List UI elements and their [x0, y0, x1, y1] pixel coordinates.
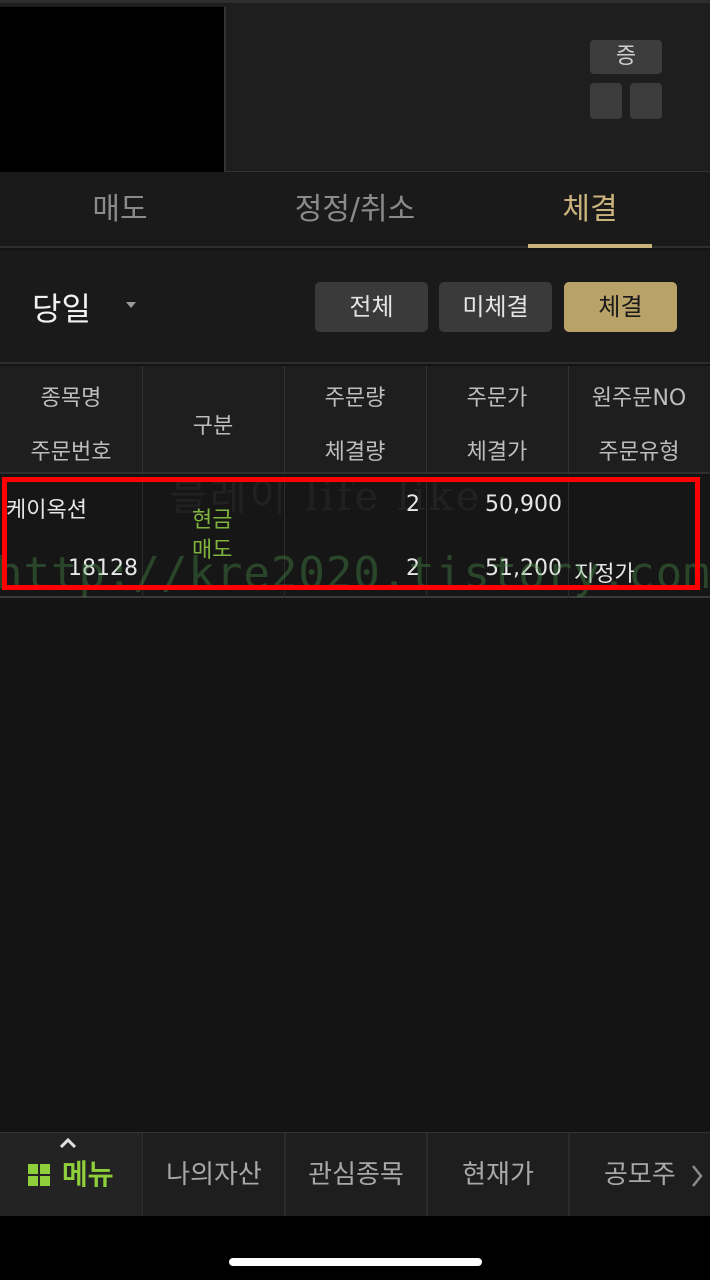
active-tab-indicator	[528, 244, 652, 248]
grid-icon	[28, 1164, 50, 1186]
tab-filled[interactable]: 체결	[528, 172, 652, 248]
filter-unfilled-button[interactable]: 미체결	[439, 282, 552, 332]
filter-filled-button[interactable]: 체결	[564, 282, 677, 332]
home-indicator[interactable]	[229, 1258, 482, 1266]
filter-row: 당일 전체 미체결 체결	[0, 250, 710, 364]
tab-sell[interactable]: 매도	[40, 172, 200, 248]
divider	[141, 1133, 143, 1217]
square-button-right[interactable]	[630, 83, 662, 119]
nav-menu[interactable]: 메뉴	[0, 1133, 140, 1217]
bottom-nav: 메뉴 나의자산 관심종목 현재가 공모주	[0, 1132, 710, 1217]
zeung-button[interactable]: 증	[590, 40, 662, 74]
header-name: 종목명	[40, 386, 102, 411]
divider	[224, 7, 226, 174]
nav-my-assets[interactable]: 나의자산	[144, 1133, 284, 1217]
header-filled-price: 체결가	[466, 440, 528, 465]
header-order-type: 주문유형	[598, 440, 680, 465]
header-order-qty: 주문량	[324, 386, 386, 411]
chevron-right-icon[interactable]	[690, 1163, 704, 1189]
watermark-text: 블레이 life like	[170, 474, 483, 520]
square-button-left[interactable]	[590, 83, 622, 119]
date-select[interactable]: 당일	[32, 284, 91, 330]
tab-bar: 매도 정정/취소 체결	[0, 172, 710, 248]
watermark-url: http://kre2020.tistory.com	[0, 548, 710, 599]
header-filled-qty: 체결량	[324, 440, 386, 465]
table-header: 종목명 주문번호 구분 주문량 체결량 주문가 체결가 원주문NO 주문유형	[0, 366, 710, 474]
chart-area	[0, 7, 224, 174]
nav-menu-label: 메뉴	[62, 1158, 114, 1191]
header-type: 구분	[192, 414, 234, 439]
nav-current-price[interactable]: 현재가	[428, 1133, 568, 1217]
top-panel: 증	[0, 0, 710, 174]
header-order-price: 주문가	[466, 386, 528, 411]
caret-down-icon[interactable]	[126, 302, 136, 308]
filter-all-button[interactable]: 전체	[315, 282, 428, 332]
tab-modify-cancel[interactable]: 정정/취소	[270, 172, 440, 248]
home-bar-area	[0, 1216, 710, 1280]
stock-name: 케이옥션	[6, 498, 87, 523]
header-orig-order-no: 원주문NO	[591, 386, 687, 411]
header-order-no: 주문번호	[30, 440, 112, 465]
nav-ipo[interactable]: 공모주	[570, 1133, 710, 1217]
nav-watchlist[interactable]: 관심종목	[286, 1133, 426, 1217]
